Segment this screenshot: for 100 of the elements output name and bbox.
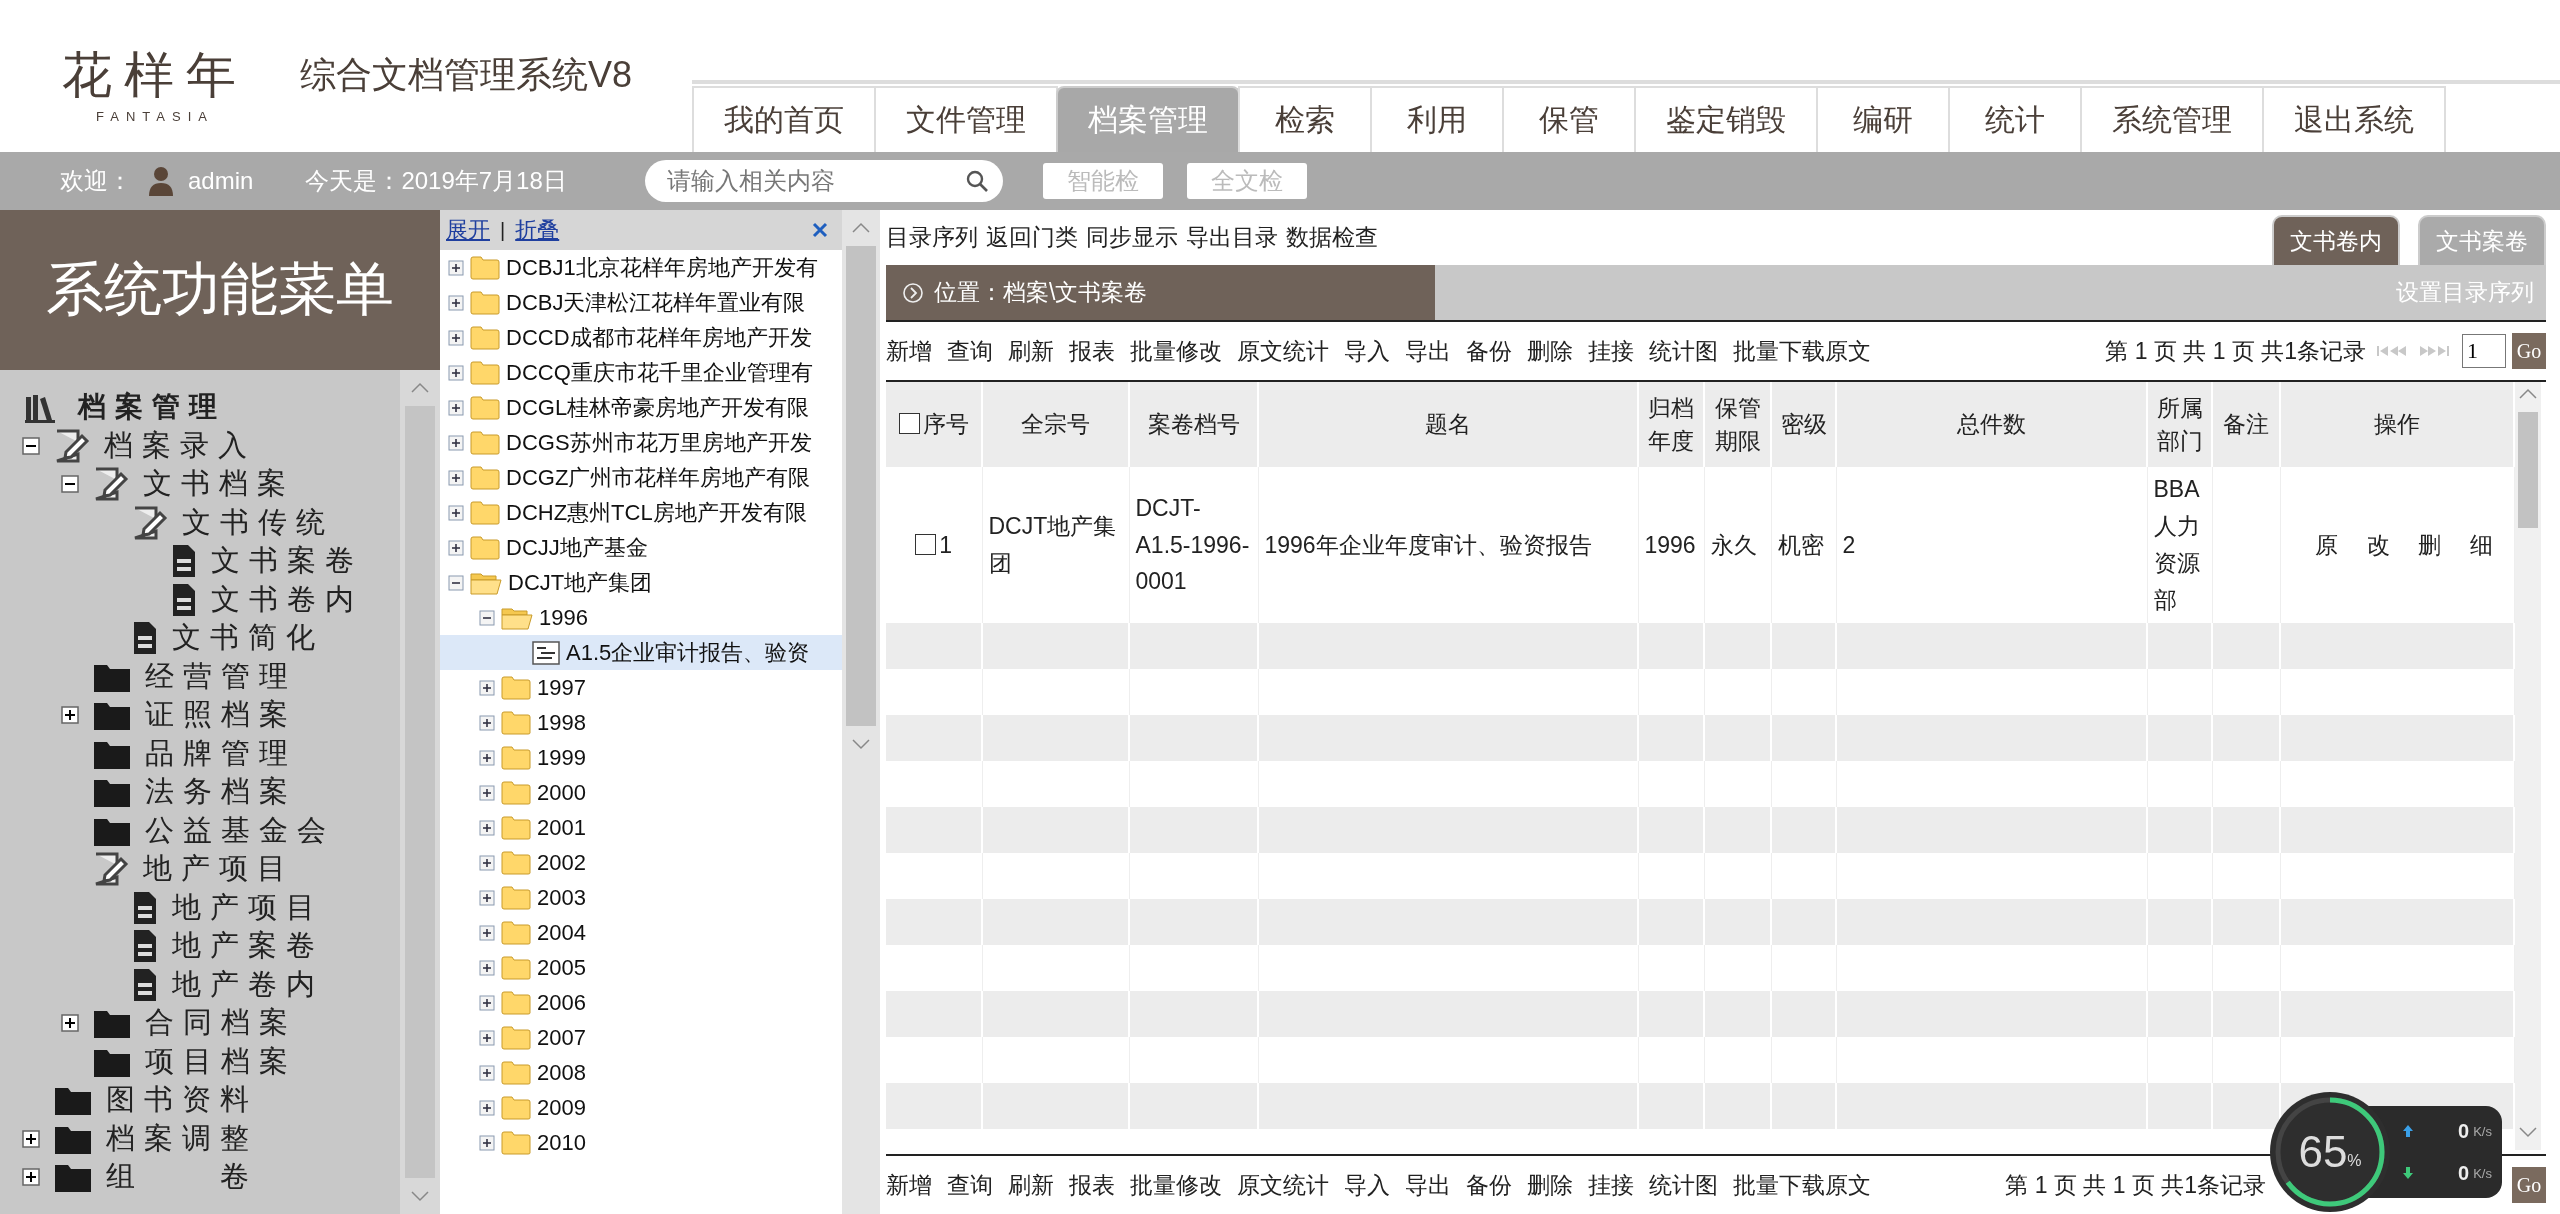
toolbar-button[interactable]: 备份: [1466, 1169, 1512, 1201]
expand-icon[interactable]: [479, 854, 495, 871]
expand-icon[interactable]: [22, 1129, 40, 1148]
tree-row[interactable]: 1999: [440, 740, 842, 775]
expand-icon[interactable]: [448, 434, 464, 451]
tree-row[interactable]: 2005: [440, 950, 842, 985]
menu-item[interactable]: 合同档案: [93, 1003, 297, 1044]
expand-icon[interactable]: [479, 1029, 495, 1046]
scroll-down-icon[interactable]: [2518, 1126, 2538, 1138]
expand-icon[interactable]: [448, 294, 464, 311]
action-link[interactable]: 导出目录: [1186, 222, 1278, 253]
tree-row[interactable]: 2001: [440, 810, 842, 845]
go-button[interactable]: Go: [2512, 1167, 2546, 1203]
menu-item[interactable]: 项目档案: [93, 1041, 297, 1082]
toolbar-button[interactable]: 新增: [886, 335, 932, 367]
tree-row[interactable]: 2002: [440, 845, 842, 880]
row-action-link[interactable]: 原: [2314, 526, 2338, 564]
toolbar-button[interactable]: 批量修改: [1130, 1169, 1222, 1201]
tree-row[interactable]: 2009: [440, 1090, 842, 1125]
tree-row[interactable]: DCBJ1北京花样年房地产开发有: [440, 250, 842, 285]
toolbar-button[interactable]: 导入: [1344, 335, 1390, 367]
menu-item[interactable]: 证照档案: [93, 695, 297, 736]
expand-icon[interactable]: [479, 784, 495, 801]
scrollbar-thumb[interactable]: [2518, 412, 2538, 528]
tree-row[interactable]: 2006: [440, 985, 842, 1020]
expand-icon[interactable]: [448, 364, 464, 381]
scroll-up-icon[interactable]: [851, 222, 871, 234]
toolbar-button[interactable]: 挂接: [1588, 335, 1634, 367]
expand-icon[interactable]: [448, 504, 464, 521]
tree-row[interactable]: 2004: [440, 915, 842, 950]
toolbar-button[interactable]: 备份: [1466, 335, 1512, 367]
toolbar-button[interactable]: 查询: [947, 1169, 993, 1201]
nav-tab[interactable]: 我的首页: [692, 86, 876, 152]
menu-item[interactable]: 品牌管理: [93, 733, 297, 774]
menu-item[interactable]: 档案管理: [24, 388, 226, 427]
action-link[interactable]: 数据检查: [1286, 222, 1378, 253]
toolbar-button[interactable]: 导出: [1405, 335, 1451, 367]
expand-icon[interactable]: [479, 679, 495, 696]
checkbox[interactable]: [915, 533, 937, 555]
menu-item[interactable]: 图书资料: [54, 1080, 258, 1121]
expand-all-link[interactable]: 展开: [446, 215, 490, 245]
toolbar-button[interactable]: 原文统计: [1237, 335, 1329, 367]
view-tab[interactable]: 文书卷内: [2272, 215, 2400, 265]
tree-row[interactable]: A1.5企业审计报告、验资: [440, 635, 842, 670]
menu-item[interactable]: 文书传统: [132, 502, 334, 543]
expand-icon[interactable]: [479, 994, 495, 1011]
tree-row[interactable]: 2010: [440, 1125, 842, 1160]
row-action-link[interactable]: 删: [2418, 526, 2442, 564]
toolbar-button[interactable]: 删除: [1527, 1169, 1573, 1201]
scrollbar-thumb[interactable]: [846, 246, 876, 726]
collapse-icon[interactable]: [22, 436, 40, 455]
tree-row[interactable]: 2003: [440, 880, 842, 915]
collapse-all-link[interactable]: 折叠: [515, 215, 560, 245]
toolbar-button[interactable]: 查询: [947, 335, 993, 367]
tree-row[interactable]: 2000: [440, 775, 842, 810]
tree-row[interactable]: 2008: [440, 1055, 842, 1090]
search-field[interactable]: 请输入相关内容: [644, 160, 1003, 202]
expand-icon[interactable]: [479, 889, 495, 906]
expand-icon[interactable]: [479, 1064, 495, 1081]
toolbar-button[interactable]: 新增: [886, 1169, 932, 1201]
expand-icon[interactable]: [479, 819, 495, 836]
toolbar-button[interactable]: 原文统计: [1237, 1169, 1329, 1201]
collapse-icon[interactable]: [448, 574, 464, 591]
toolbar-button[interactable]: 挂接: [1588, 1169, 1634, 1201]
expand-icon[interactable]: [479, 714, 495, 731]
expand-icon[interactable]: [448, 259, 464, 276]
action-link[interactable]: 目录序列: [886, 222, 978, 253]
toolbar-button[interactable]: 报表: [1069, 1169, 1115, 1201]
expand-icon[interactable]: [448, 329, 464, 346]
toolbar-button[interactable]: 报表: [1069, 335, 1115, 367]
nav-tab[interactable]: 退出系统: [2262, 86, 2446, 152]
menu-item[interactable]: 地产卷内: [132, 964, 324, 1005]
expand-icon[interactable]: [61, 1014, 79, 1033]
tree-row[interactable]: DCJJ地产基金: [440, 530, 842, 565]
tree-row[interactable]: DCBJ天津松江花样年置业有限: [440, 285, 842, 320]
tree-row[interactable]: DCCD成都市花样年房地产开发: [440, 320, 842, 355]
menu-item[interactable]: 地产项目: [93, 849, 295, 890]
scroll-down-icon[interactable]: [851, 738, 871, 750]
toolbar-button[interactable]: 批量修改: [1130, 335, 1222, 367]
menu-item[interactable]: 文书简化: [132, 618, 324, 659]
tree-row[interactable]: DCCQ重庆市花千里企业管理有: [440, 355, 842, 390]
row-action-link[interactable]: 细: [2470, 526, 2494, 564]
close-icon[interactable]: [812, 222, 828, 238]
row-action-link[interactable]: 改: [2366, 526, 2390, 564]
toolbar-button[interactable]: 导出: [1405, 1169, 1451, 1201]
menu-item[interactable]: 文书档案: [93, 464, 295, 505]
menu-item[interactable]: 档案调整: [54, 1118, 258, 1159]
expand-icon[interactable]: [479, 1099, 495, 1116]
toolbar-button[interactable]: 导入: [1344, 1169, 1390, 1201]
page-input[interactable]: 1: [2462, 334, 2506, 368]
action-link[interactable]: 返回门类: [986, 222, 1078, 253]
menu-item[interactable]: 地产案卷: [132, 926, 324, 967]
expand-icon[interactable]: [61, 706, 79, 725]
toolbar-button[interactable]: 统计图: [1649, 1169, 1718, 1201]
menu-item[interactable]: 法务档案: [93, 772, 297, 813]
expand-icon[interactable]: [479, 924, 495, 941]
action-link[interactable]: 同步显示: [1086, 222, 1178, 253]
menu-item[interactable]: 经营管理: [93, 656, 297, 697]
checkbox[interactable]: [898, 413, 920, 435]
collapse-icon[interactable]: [479, 609, 495, 626]
